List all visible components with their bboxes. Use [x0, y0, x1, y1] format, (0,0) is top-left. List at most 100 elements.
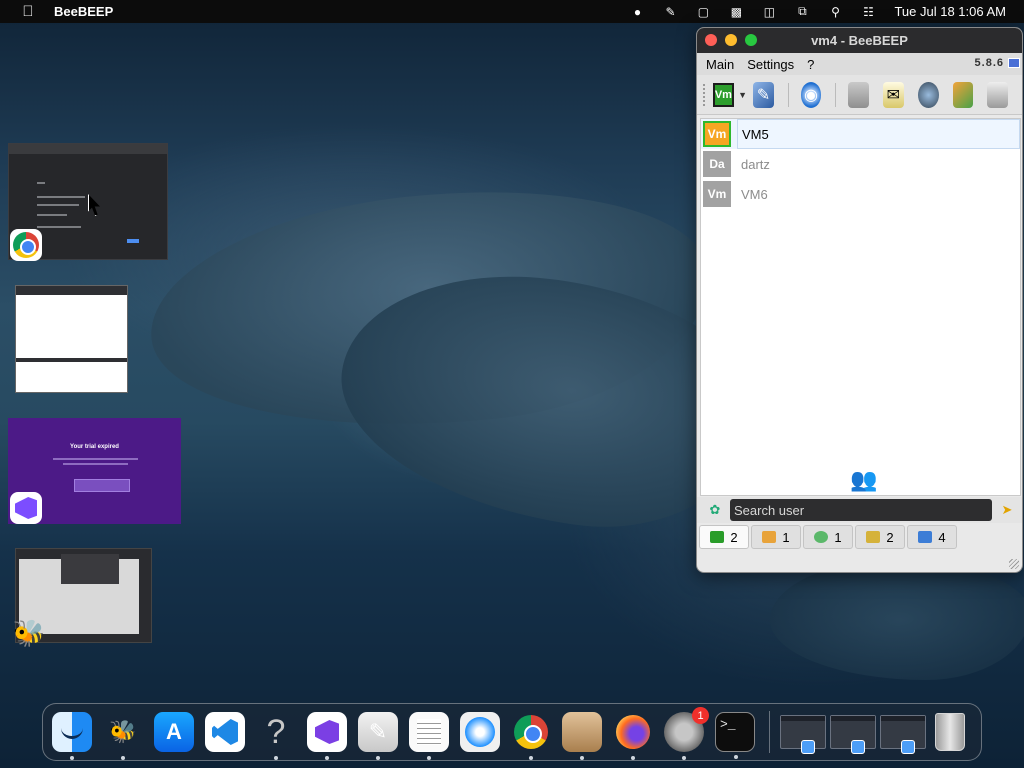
language-flag-icon	[1008, 58, 1020, 68]
user-name: VM5	[737, 119, 1020, 149]
help-icon[interactable]: ?	[256, 712, 296, 760]
tab-count: 2	[886, 529, 894, 545]
tab-count: 2	[730, 529, 738, 545]
tab-groups[interactable]: 2	[855, 525, 905, 549]
document-window-thumbnail[interactable]	[15, 285, 128, 393]
tab-chats[interactable]: 1	[803, 525, 853, 549]
user-name: VM6	[741, 186, 768, 202]
close-button[interactable]	[705, 34, 717, 46]
finder-icon	[801, 740, 815, 754]
menu-help[interactable]: ?	[807, 57, 814, 72]
tab-count: 1	[782, 529, 790, 545]
beebeep-window: vm4 - BeeBEEP Main Settings ? 5.8.6 Vm ▼…	[696, 27, 1023, 573]
finder-icon	[901, 740, 915, 754]
menu-bar:  BeeBEEP ● ✎ ▢ ▩ ◫ ⧉ ⚲ ☷ Tue Jul 18 1:0…	[0, 0, 1024, 23]
chrome-app-badge[interactable]	[10, 229, 42, 261]
tab-plugins[interactable]: 4	[907, 525, 957, 549]
user-name: dartz	[741, 156, 770, 172]
view-tabs: 2 1 1 2 4	[699, 525, 957, 549]
finder-icon[interactable]	[52, 712, 92, 760]
user-avatar: Vm	[703, 181, 731, 207]
offline-message-icon[interactable]: ✉	[882, 81, 904, 108]
plugin-icon	[918, 531, 933, 543]
shared-folder-icon[interactable]	[848, 81, 869, 108]
edit-profile-icon[interactable]: ✎	[753, 81, 774, 108]
minimized-window[interactable]	[880, 715, 926, 754]
menu-settings[interactable]: Settings	[747, 57, 794, 72]
textedit-icon[interactable]	[409, 712, 449, 760]
users-icon	[710, 531, 725, 543]
user-item[interactable]: Vm VM6	[701, 179, 1020, 209]
beebeep-icon[interactable]: ●	[628, 5, 646, 19]
search-user-input[interactable]	[730, 499, 992, 521]
window-icon[interactable]: ⧉	[793, 4, 811, 19]
terminal-prompt: >_	[720, 717, 736, 732]
app-store-icon[interactable]: A	[154, 712, 194, 752]
search-icon: ✿	[709, 502, 721, 517]
pen-icon[interactable]: ✎	[661, 5, 679, 19]
chat-icon	[814, 531, 829, 543]
info-icon[interactable]: ▢	[694, 5, 712, 19]
visual-studio-icon[interactable]	[307, 712, 347, 760]
script-editor-icon[interactable]: ✎	[358, 712, 398, 760]
plugins-icon[interactable]	[917, 81, 939, 108]
search-icon[interactable]: ⚲	[826, 5, 844, 19]
app-menu: Main Settings ? 5.8.6	[697, 53, 1022, 75]
apple-icon[interactable]: 	[20, 3, 36, 20]
visual-studio-app-badge[interactable]	[10, 492, 42, 524]
trash-icon[interactable]	[987, 81, 1009, 108]
user-item[interactable]: Vm VM5	[701, 119, 1020, 149]
zoom-button[interactable]	[745, 34, 757, 46]
sign-in-button	[74, 479, 130, 492]
finder-icon	[851, 740, 865, 754]
tab-users[interactable]: 2	[699, 525, 749, 549]
notification-badge: 1	[692, 707, 709, 724]
vscode-icon[interactable]	[205, 712, 245, 752]
dock: 🐝 A ? ✎ 1 >_	[42, 703, 982, 761]
version-label: 5.8.6	[974, 57, 1004, 69]
user-status-button[interactable]: Vm	[712, 82, 735, 107]
chevron-down-icon[interactable]: ▼	[738, 90, 747, 100]
trial-expired-title: Your trial expired	[70, 444, 119, 450]
active-app-name[interactable]: BeeBEEP	[54, 4, 113, 19]
beebeep-app-badge[interactable]: 🐝	[12, 616, 46, 650]
minimized-window[interactable]	[780, 715, 826, 754]
minimize-button[interactable]	[725, 34, 737, 46]
download-folder-icon[interactable]	[952, 81, 974, 108]
terminal-icon[interactable]: >_	[715, 712, 755, 759]
safari-icon[interactable]	[460, 712, 500, 752]
menu-bar-clock[interactable]: Tue Jul 18 1:06 AM	[894, 4, 1006, 19]
toolbar-separator	[835, 82, 837, 107]
menu-bar-status-area: ● ✎ ▢ ▩ ◫ ⧉ ⚲ ☷ Tue Jul 18 1:06 AM	[628, 0, 1006, 23]
wallpaper-land	[770, 560, 1024, 680]
display-icon[interactable]: ▩	[727, 5, 745, 19]
toolbar: Vm ▼ ✎ ◉ ✉	[697, 75, 1022, 115]
beebeep-icon[interactable]: 🐝	[103, 712, 143, 760]
tab-group[interactable]: 1	[751, 525, 801, 549]
clear-search-icon[interactable]: ➤	[998, 501, 1016, 519]
toolbar-grip-icon[interactable]	[703, 83, 707, 106]
user-list: Vm VM5 Da dartz Vm VM6 👥	[700, 118, 1021, 496]
control-center-icon[interactable]: ☷	[859, 5, 877, 19]
firefox-icon[interactable]	[613, 712, 653, 760]
chrome-icon[interactable]	[511, 712, 551, 760]
trash-icon[interactable]	[930, 712, 970, 752]
system-preferences-icon[interactable]: 1	[664, 707, 709, 760]
people-icon: 👥	[850, 467, 878, 492]
user-avatar: Vm	[703, 121, 731, 147]
groups-icon	[866, 531, 881, 543]
minimized-window[interactable]	[830, 715, 876, 754]
screen-icon[interactable]: ◫	[760, 5, 778, 19]
menu-main[interactable]: Main	[706, 57, 734, 72]
group-icon	[762, 531, 777, 543]
search-bar: ✿ ➤	[697, 497, 1022, 523]
dock-separator	[769, 711, 770, 753]
network-icon[interactable]: ◉	[800, 81, 822, 108]
resize-handle[interactable]	[1009, 559, 1019, 569]
toolbar-separator	[787, 82, 789, 107]
tab-count: 4	[938, 529, 946, 545]
user-avatar: Da	[703, 151, 731, 177]
user-item[interactable]: Da dartz	[701, 149, 1020, 179]
archive-utility-icon[interactable]	[562, 712, 602, 760]
window-titlebar[interactable]: vm4 - BeeBEEP	[697, 28, 1022, 53]
